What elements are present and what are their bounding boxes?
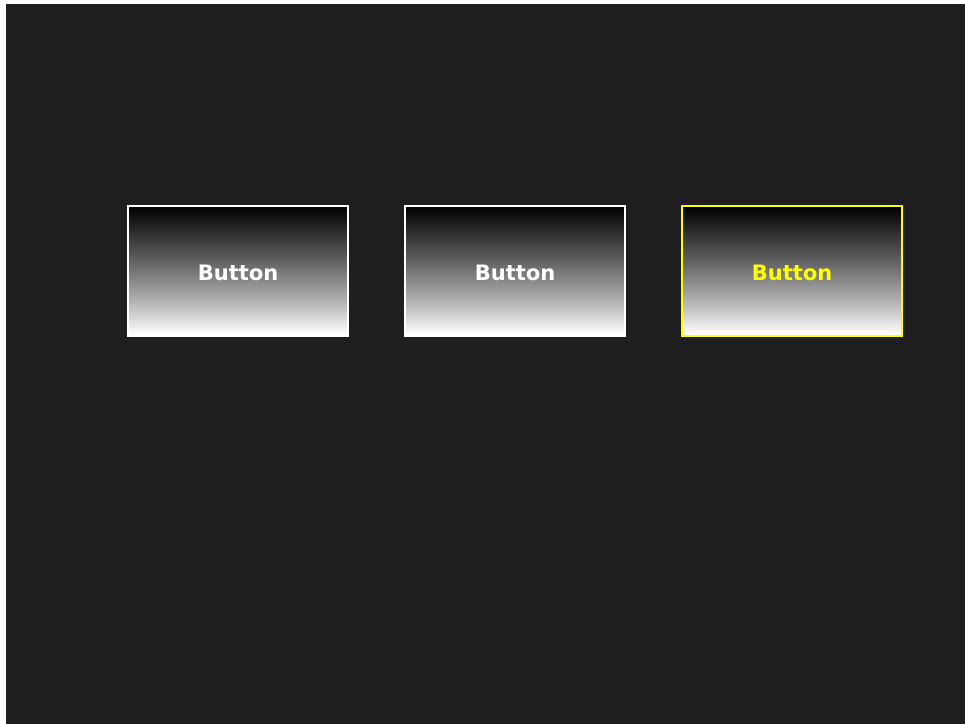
- button-1[interactable]: Button: [127, 205, 349, 337]
- button-3-focused[interactable]: Button: [681, 205, 903, 337]
- button-2[interactable]: Button: [404, 205, 626, 337]
- button-2-label: Button: [474, 261, 556, 285]
- button-1-label: Button: [197, 261, 279, 285]
- button-3-label: Button: [751, 261, 833, 285]
- app-window: Button Button Button: [6, 4, 965, 724]
